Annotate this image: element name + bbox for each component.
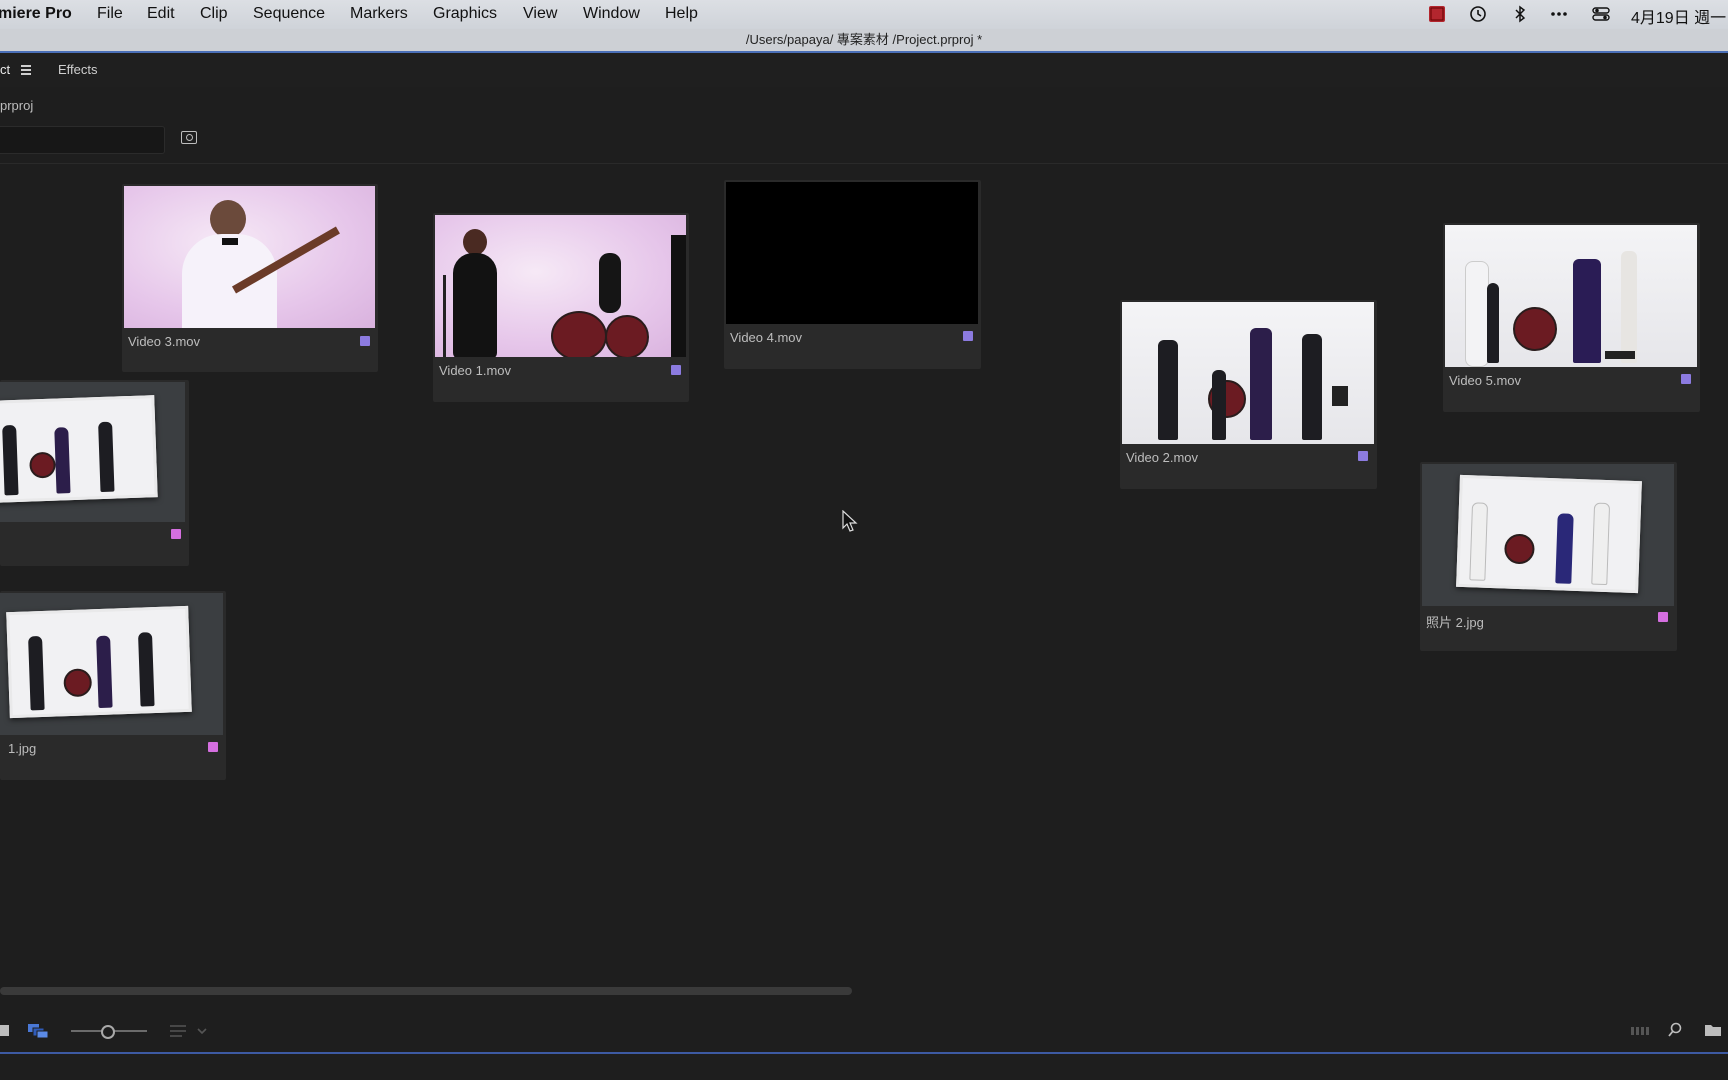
clip-name: Video 3.mov [128,334,201,349]
clip-thumbnail [0,382,185,522]
clip-thumbnail [1122,302,1374,444]
clip-name: Video 5.mov [1449,373,1522,388]
project-file-name: prproj [0,98,34,113]
bluetooth-icon[interactable] [1511,5,1529,23]
menu-edit[interactable]: Edit [147,5,175,23]
clip-card[interactable]: 照片 2.jpg [1420,462,1677,651]
clip-card[interactable]: Video 5.mov [1443,223,1700,412]
menu-file[interactable]: File [97,5,123,23]
menubar-datetime[interactable]: 4月19日 週一 [1631,4,1726,28]
label-color-swatch[interactable] [208,742,218,752]
clip-thumbnail [0,593,223,735]
clip-thumbnail [726,182,978,324]
label-color-swatch[interactable] [1358,451,1368,461]
panel-menu-icon[interactable] [21,65,31,77]
clip-card[interactable] [0,380,189,566]
search-icon[interactable] [1667,1022,1683,1038]
more-icon[interactable] [1550,5,1568,23]
menu-clip[interactable]: Clip [200,5,228,23]
clip-card[interactable]: Video 2.mov [1120,300,1377,489]
menu-sequence[interactable]: Sequence [253,5,325,23]
search-input[interactable] [0,126,165,154]
clip-name: 照片 2.jpg [1426,615,1484,630]
menu-graphics[interactable]: Graphics [433,5,497,23]
clip-name: Video 2.mov [1126,450,1199,465]
clip-thumbnail [124,186,375,328]
menu-help[interactable]: Help [665,5,698,23]
clip-name: Video 4.mov [730,330,803,345]
bottom-toolbar [0,1010,1728,1054]
screen-recorder-icon[interactable] [1428,5,1446,23]
label-color-swatch[interactable] [360,336,370,346]
zoom-slider-knob[interactable] [101,1025,115,1039]
clip-card[interactable]: Video 3.mov [122,184,378,372]
menu-window[interactable]: Window [583,5,640,23]
divider [0,163,1728,164]
label-color-swatch[interactable] [963,331,973,341]
window-title: /Users/papaya/ 專案素材 /Project.prproj * [0,29,1728,53]
menu-markers[interactable]: Markers [350,5,408,23]
clip-card[interactable]: Video 1.mov [433,213,689,402]
label-color-swatch[interactable] [1658,612,1668,622]
clip-name: Video 1.mov [439,363,512,378]
freeform-view-icon[interactable] [27,1023,49,1039]
tab-project[interactable]: ct [0,62,10,77]
mouse-cursor-icon [842,510,858,532]
label-color-swatch[interactable] [671,365,681,375]
control-center-icon[interactable] [1592,5,1610,23]
clip-card[interactable]: 1.jpg [0,591,226,780]
menu-bar: miere Pro File Edit Clip Sequence Marker… [0,0,1728,29]
clip-thumbnail [1445,225,1697,367]
label-color-swatch[interactable] [1681,374,1691,384]
clip-name: 1.jpg [8,741,37,756]
find-icon[interactable] [181,131,197,144]
label-color-swatch[interactable] [171,529,181,539]
clip-card[interactable]: Video 4.mov [724,180,981,369]
history-icon[interactable] [1469,5,1487,23]
panel-tab-bar: ct Effects [0,53,1728,87]
tab-effects[interactable]: Effects [58,62,98,77]
sort-icon[interactable] [168,1023,208,1039]
new-bin-icon[interactable] [1704,1023,1722,1037]
list-view-icon[interactable] [0,1025,9,1036]
panel-focus-line [0,1052,1728,1054]
app-name[interactable]: miere Pro [0,5,72,23]
menu-view[interactable]: View [523,5,557,23]
automate-icon[interactable] [1630,1025,1650,1037]
clip-thumbnail [435,215,686,357]
horizontal-scrollbar[interactable] [0,987,852,995]
clip-thumbnail [1422,464,1674,606]
